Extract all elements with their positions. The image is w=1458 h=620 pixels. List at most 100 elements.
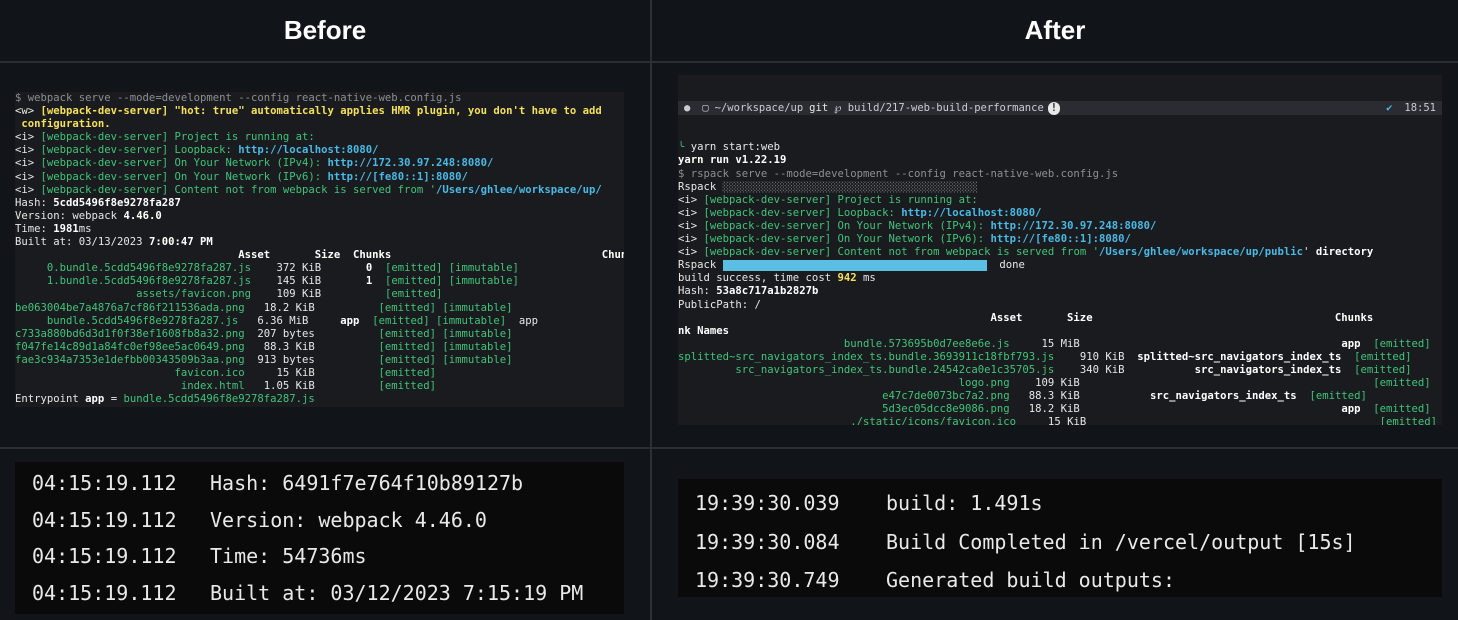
terminal-text: http://172.30.97.248:8080/ (990, 219, 1157, 232)
branch-status: ! (1047, 101, 1061, 115)
terminal-line: ╰ yarn start:web (678, 141, 1442, 154)
terminal-line: f047fe14c89d1a84fc0ef98ee5ac0649.png 88.… (15, 341, 624, 354)
terminal-text: 15 MiB (1009, 337, 1342, 350)
log-message: Version: webpack 4.46.0 (210, 507, 487, 532)
terminal-text: 913 bytes (244, 353, 379, 366)
terminal-text: splitted~src_navigators_index_ts.bundle.… (678, 350, 1055, 363)
terminal-line: ./static/icons/favicon.ico 15 KiB [emitt… (678, 416, 1442, 425)
section-divider (0, 447, 1458, 449)
prompt-path: ~/workspace/up (714, 101, 804, 114)
log-message: Build Completed in /vercel/output [15s] (886, 529, 1356, 554)
terminal-text: 18.2 KiB (1009, 403, 1342, 416)
terminal-text: app (1341, 403, 1361, 416)
terminal-line: <i> [webpack-dev-server] Content not fro… (678, 246, 1442, 259)
terminal-text: http://172.30.97.248:8080/ (327, 157, 494, 170)
log-message: Built at: 03/12/2023 7:15:19 PM (210, 580, 584, 605)
terminal-text: http://localhost:8080/ (238, 144, 379, 157)
terminal-text: app (506, 314, 539, 327)
apple-icon: ● (684, 101, 691, 114)
terminal-text: $ rspack serve --mode=development --conf… (678, 167, 1119, 180)
terminal-text: 109 KiB (251, 288, 385, 301)
folder-icon: ▢ (702, 101, 709, 114)
terminal-text: [webpack-dev-server] Content not from we… (703, 246, 1099, 259)
terminal-line: <i> [webpack-dev-server] Loopback: http:… (678, 207, 1442, 220)
header-after: After (652, 0, 1458, 61)
terminal-text: [emitted] (1360, 337, 1431, 350)
header-before-label: Before (283, 15, 367, 45)
terminal-text: [emitted] [immutable] (378, 327, 513, 340)
terminal-text: [emitted] [immutable] (378, 301, 513, 314)
terminal-line: Hash: 5cdd5496f8e9278fa287 (15, 197, 624, 210)
terminal-line: Asset Size Chunks Chunk Names (15, 249, 624, 262)
terminal-text: [emitted] (378, 380, 436, 393)
terminal-line: <i> [webpack-dev-server] On Your Network… (15, 171, 624, 184)
terminal-text: Rspack (678, 180, 723, 193)
terminal-line: <i> [webpack-dev-server] On Your Network… (678, 233, 1442, 246)
terminal-text: 1.05 KiB (244, 380, 379, 393)
terminal-line: assets/favicon.png 109 KiB [emitted] (15, 288, 624, 301)
log-message: build: 1.491s (886, 491, 1043, 515)
terminal-text: ms (856, 272, 876, 285)
terminal-text: splitted~src_navigators_index_ts (1137, 350, 1342, 363)
terminal-text: <i> (678, 219, 704, 232)
terminal-text: 340 KiB (1054, 363, 1195, 376)
terminal-text: done (986, 259, 1025, 272)
log-message: Hash: 6491f7e764f10b89127b (210, 471, 524, 495)
terminal-text: app (1341, 337, 1361, 350)
header-after-label: After (1024, 15, 1086, 45)
terminal-text: /Users/ghlee/workspace/up/ (435, 183, 602, 196)
prompt-bar: ● ▢ ~/workspace/up git ℘ build/217-web-b… (678, 101, 1442, 116)
check-icon: ✔ (1386, 101, 1393, 114)
terminal-text: bundle.5cdd5496f8e9278fa287.js (15, 314, 239, 327)
terminal-text: 0.bundle.5cdd5496f8e9278fa287.js (15, 262, 251, 275)
terminal-text: 109 KiB (1009, 377, 1374, 390)
terminal-text: [emitted] (1360, 403, 1431, 416)
terminal-text: app (85, 393, 105, 406)
terminal-text: [emitted] (1341, 363, 1412, 376)
terminal-text: src_navigators_index_ts (1194, 363, 1342, 376)
prompt-branch: build/217-web-build-performance (847, 101, 1044, 114)
prompt-time: 18:51 (1404, 101, 1436, 114)
terminal-text: configuration. (15, 118, 111, 131)
terminal-line: build success, time cost 942 ms (678, 272, 1442, 285)
terminal-text: index.html (15, 380, 245, 393)
terminal-text: 5d3ec05dcc8e9086.png (678, 403, 1010, 416)
log-timestamp: 04:15:19.112 (32, 544, 177, 568)
terminal-text: logo.png (678, 377, 1010, 390)
terminal-line: Entrypoint app = bundle.5cdd5496f8e9278f… (15, 393, 624, 406)
log-timestamp: 19:39:30.749 (695, 568, 840, 592)
terminal-text: [webpack-dev-server] "hot: true" automat… (40, 105, 602, 118)
terminal-text: Hash: (678, 285, 717, 298)
terminal-text: 207 bytes (244, 327, 379, 340)
terminal-text: <i> (15, 144, 41, 157)
terminal-text: <i> (15, 131, 41, 144)
terminal-text: e47c7de0073bc7a2.png (678, 390, 1010, 403)
terminal-text: Time: (15, 222, 54, 235)
git-icon: git (809, 101, 829, 114)
terminal-text: <i> (678, 206, 704, 219)
log-timestamp: 19:39:30.039 (695, 491, 840, 515)
log-timestamp: 04:15:19.112 (32, 580, 177, 605)
terminal-text: nk Names (678, 324, 730, 337)
terminal-text: [webpack-dev-server] On Your Network (IP… (703, 233, 991, 246)
log-timestamp: 04:15:19.112 (32, 471, 177, 495)
terminal-text: [webpack-dev-server] On Your Network (IP… (40, 157, 328, 170)
log-timestamp: 04:15:19.112 (32, 507, 177, 532)
terminal-line: be063004be7a4876a7cf86f211536ada.png 18.… (15, 302, 624, 315)
terminal-text: <i> (678, 233, 704, 246)
terminal-text: src_navigators_index_ts.bundle.24542ca0e… (678, 363, 1055, 376)
branch-icon: ℘ (834, 101, 848, 114)
terminal-text: Rspack (678, 259, 723, 272)
terminal-text: ╰ (678, 141, 691, 154)
terminal-text: bundle.5cdd5496f8e9278fa287.js (123, 393, 315, 406)
after-build-log: 19:39:30.039 build: 1.491s 19:39:30.084 Bui… (678, 479, 1442, 597)
terminal-line: <i> [webpack-dev-server] Project is runn… (678, 194, 1442, 207)
terminal-line: <i> [webpack-dev-server] Loopback: http:… (15, 144, 624, 157)
terminal-text: [emitted] (378, 366, 436, 379)
terminal-line: $ webpack serve --mode=development --con… (15, 92, 624, 105)
terminal-text: 145 KiB (251, 275, 366, 288)
terminal-line: index.html 1.05 KiB [emitted] (15, 380, 624, 393)
terminal-line: <i> [webpack-dev-server] Project is runn… (15, 131, 624, 144)
log-timestamp: 19:39:30.084 (695, 529, 840, 554)
terminal-text: 1.bundle.5cdd5496f8e9278fa287.js (15, 275, 251, 288)
